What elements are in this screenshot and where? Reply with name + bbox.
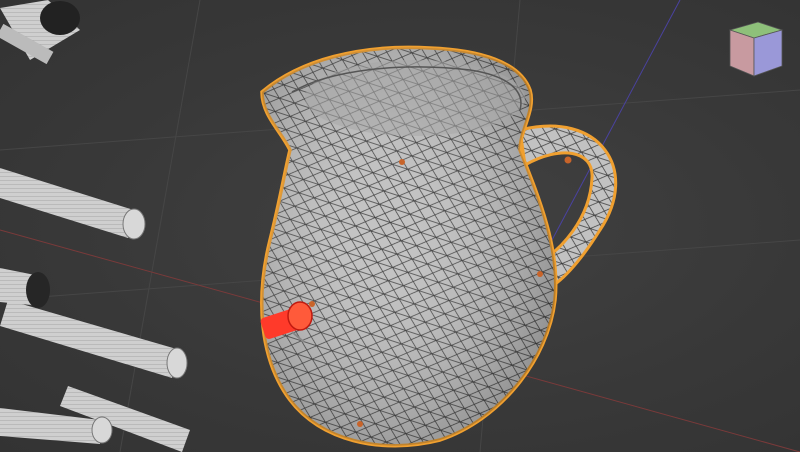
surface-marker — [399, 159, 405, 165]
cylinder-mesh-icon[interactable] — [0, 300, 188, 379]
surface-marker — [309, 301, 315, 307]
background-cylinders[interactable] — [0, 0, 190, 452]
surface-marker — [537, 271, 543, 277]
cylinder-mesh-icon[interactable] — [0, 0, 80, 65]
cylinder-mesh-icon[interactable] — [0, 168, 146, 240]
view-cube-icon[interactable] — [724, 18, 786, 80]
3d-viewport[interactable] — [0, 0, 800, 452]
surface-marker — [357, 421, 363, 427]
viewport-scene[interactable] — [0, 0, 800, 452]
jug-opening — [305, 60, 525, 136]
surface-marker — [564, 156, 572, 164]
